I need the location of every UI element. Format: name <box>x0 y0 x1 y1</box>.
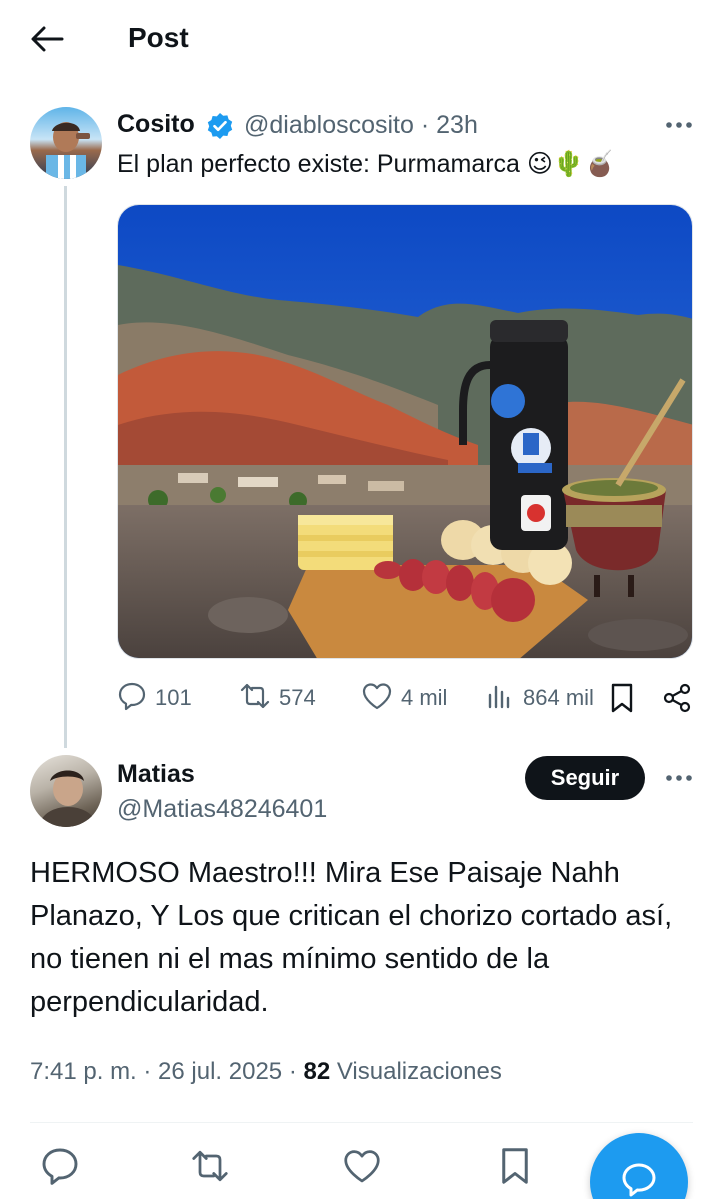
top-bar: Post <box>0 0 723 80</box>
reply-text: HERMOSO Maestro!!! Mira Ese Paisaje Nahh… <box>30 857 673 1018</box>
back-arrow-icon[interactable] <box>28 22 66 56</box>
repost-button[interactable]: 574 <box>239 680 316 716</box>
reply-author-name[interactable]: Matias <box>117 760 195 789</box>
post-actions: 101 574 4 mil 864 mil <box>117 680 697 716</box>
post-photo[interactable] <box>117 204 693 659</box>
reply-icon[interactable] <box>40 1146 80 1186</box>
compose-icon <box>618 1159 660 1199</box>
follow-button[interactable]: Seguir <box>525 756 645 800</box>
reply-button[interactable]: 101 <box>117 680 192 716</box>
reply-meta: 7:41 p. m. · 26 jul. 2025 · 82 Visualiza… <box>30 1058 502 1086</box>
more-dots-icon[interactable] <box>664 766 694 790</box>
avatar[interactable] <box>30 755 102 827</box>
separator-dot: · <box>420 111 430 139</box>
share-icon[interactable] <box>661 680 693 716</box>
reply-views-count: 82 <box>303 1058 331 1085</box>
views-icon <box>485 681 515 716</box>
thread-connector <box>64 186 67 748</box>
repost-count: 574 <box>279 685 316 710</box>
page-title: Post <box>128 22 189 53</box>
reply-timestamp[interactable]: 7:41 p. m. · 26 jul. 2025 · <box>30 1058 303 1085</box>
more-dots-icon[interactable] <box>664 113 694 137</box>
reply-icon <box>117 681 147 716</box>
reply-views-label: Visualizaciones <box>336 1058 502 1085</box>
reply-author-handle[interactable]: @Matias48246401 <box>117 795 327 824</box>
author-handle[interactable]: @diabloscosito <box>244 111 414 139</box>
bookmark-icon[interactable] <box>607 680 637 716</box>
post-text: El plan perfecto existe: Purmamarca 😉🌵🧉 <box>117 150 616 178</box>
repost-icon <box>239 681 271 716</box>
like-button[interactable]: 4 mil <box>361 680 447 716</box>
reply-count: 101 <box>155 685 192 710</box>
heart-icon <box>361 681 393 716</box>
views-count: 864 mil <box>523 685 594 710</box>
compose-button[interactable] <box>590 1133 688 1199</box>
heart-icon[interactable] <box>342 1146 382 1186</box>
bookmark-icon[interactable] <box>495 1146 535 1186</box>
verified-badge-icon <box>206 112 234 140</box>
author-name[interactable]: Cosito <box>117 110 195 139</box>
views-button[interactable]: 864 mil <box>485 680 594 716</box>
repost-icon[interactable] <box>190 1146 230 1186</box>
divider <box>30 1122 693 1123</box>
avatar[interactable] <box>30 107 102 179</box>
post-time[interactable]: 23h <box>436 111 478 139</box>
like-count: 4 mil <box>401 685 448 710</box>
